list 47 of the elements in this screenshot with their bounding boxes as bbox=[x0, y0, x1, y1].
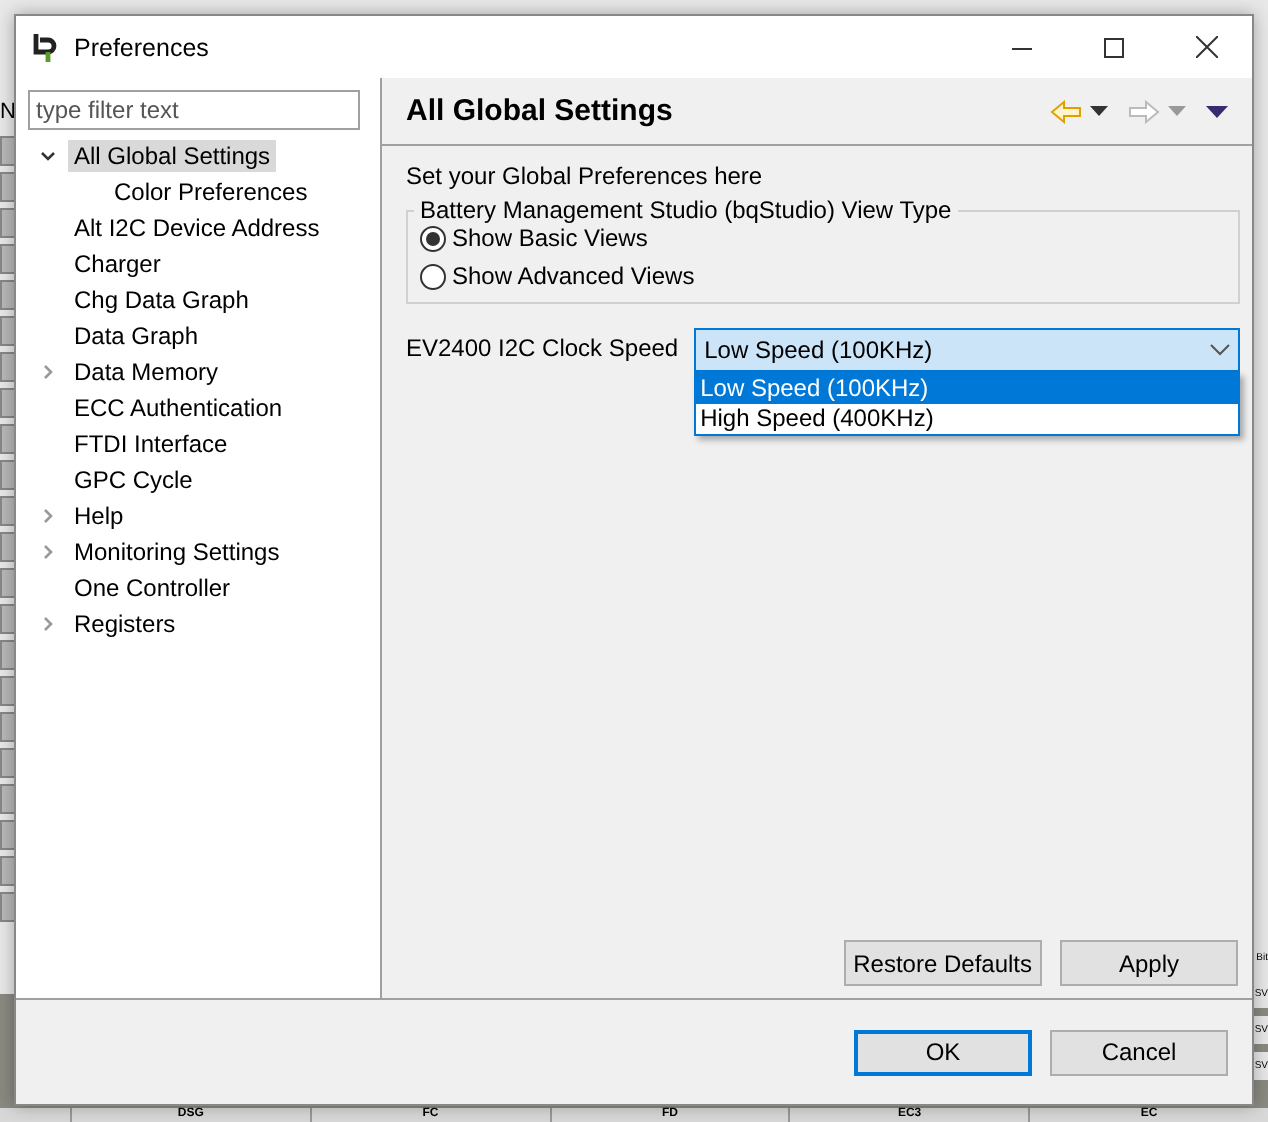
chevron-right-icon[interactable] bbox=[40, 616, 56, 632]
description-text: Set your Global Preferences here bbox=[406, 160, 765, 192]
caret-icon bbox=[1168, 106, 1186, 116]
dropdown-option[interactable]: High Speed (400KHz) bbox=[696, 404, 1238, 434]
caret-icon bbox=[1206, 105, 1228, 117]
column-label: N bbox=[0, 100, 16, 124]
menu-button[interactable] bbox=[1202, 105, 1232, 117]
apply-button[interactable]: Apply bbox=[1060, 940, 1238, 986]
chevron-down-icon[interactable] bbox=[40, 148, 56, 164]
field-label: EV2400 I2C Clock Speed bbox=[406, 332, 679, 366]
page-title: All Global Settings bbox=[406, 94, 675, 128]
chevron-down-icon bbox=[1210, 344, 1230, 356]
filter-field[interactable]: type filter text bbox=[28, 90, 360, 130]
tree-item[interactable]: GPC Cycle bbox=[68, 464, 199, 496]
tree-item[interactable]: All Global Settings bbox=[68, 140, 277, 172]
left-arrow-icon bbox=[1050, 99, 1082, 123]
tree-item[interactable]: FTDI Interface bbox=[68, 428, 234, 460]
tree-item[interactable]: Registers bbox=[68, 608, 182, 640]
tree-item[interactable]: Charger bbox=[68, 248, 167, 280]
tree-item[interactable]: Data Memory bbox=[68, 356, 225, 388]
dropdown-field[interactable]: Low Speed (100KHz) bbox=[694, 328, 1240, 372]
app-logo-icon bbox=[32, 31, 60, 63]
radio-button[interactable]: Show Basic Views bbox=[420, 224, 1238, 252]
group-label: Battery Management Studio (bqStudio) View Type bbox=[418, 196, 954, 224]
ok-button[interactable]: OK bbox=[854, 1029, 1032, 1075]
forward-button[interactable] bbox=[1124, 99, 1164, 123]
restore-defaults-button[interactable]: Restore Defaults bbox=[843, 940, 1042, 986]
tree-item[interactable]: Chg Data Graph bbox=[68, 284, 255, 316]
chevron-right-icon[interactable] bbox=[40, 508, 56, 524]
caret-icon bbox=[1090, 106, 1108, 116]
radio-button[interactable]: Show Advanced Views bbox=[420, 262, 1238, 290]
window-title: Preferences bbox=[74, 33, 211, 61]
tree-item[interactable]: Color Preferences bbox=[108, 176, 314, 208]
chevron-right-icon[interactable] bbox=[40, 364, 56, 380]
maximize-icon bbox=[1104, 37, 1124, 57]
dropdown-button[interactable] bbox=[1086, 106, 1112, 116]
tree-item[interactable]: Data Graph bbox=[68, 320, 205, 352]
tree-item[interactable]: Help bbox=[68, 500, 130, 532]
right-arrow-icon bbox=[1128, 99, 1160, 123]
cancel-button[interactable]: Cancel bbox=[1050, 1029, 1228, 1075]
tree-item[interactable]: One Controller bbox=[68, 572, 237, 604]
tree-item[interactable]: ECC Authentication bbox=[68, 392, 289, 424]
tree-item[interactable]: Alt I2C Device Address bbox=[68, 212, 326, 244]
dropdown-option[interactable]: Low Speed (100KHz) bbox=[696, 374, 1238, 404]
chevron-right-icon[interactable] bbox=[40, 544, 56, 560]
close-icon bbox=[1195, 36, 1217, 58]
tree-item[interactable]: Monitoring Settings bbox=[68, 536, 286, 568]
